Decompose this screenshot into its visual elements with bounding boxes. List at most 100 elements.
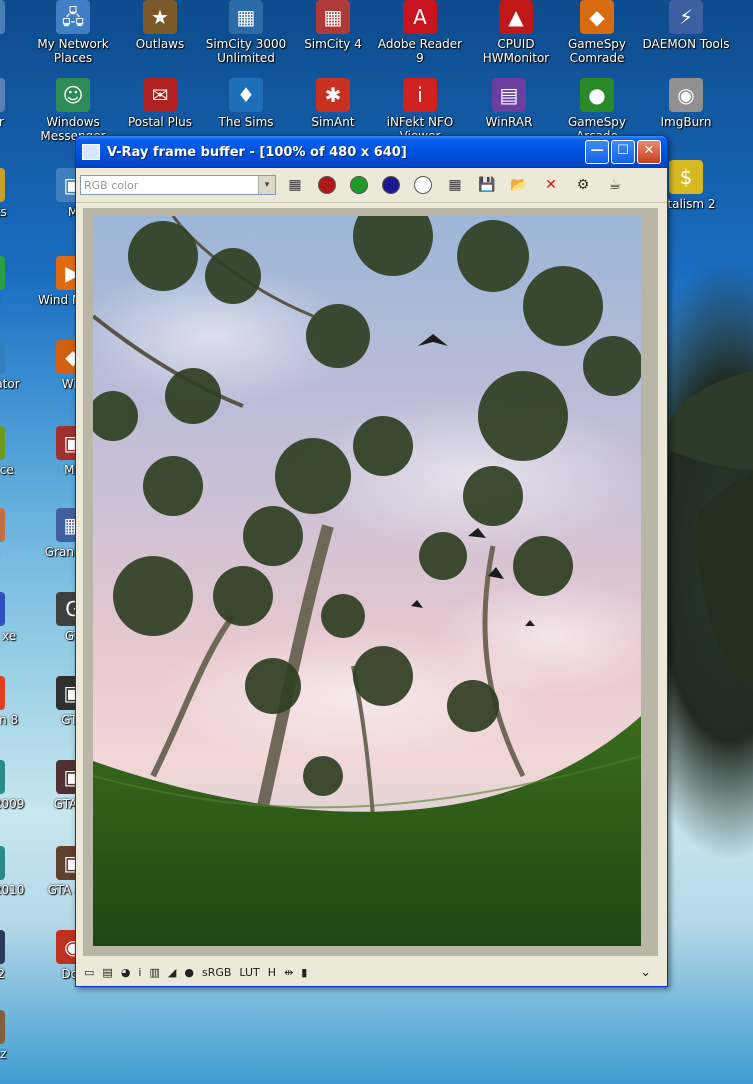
sims-icon: ♦ <box>229 78 263 112</box>
rgb-toggle-icon[interactable]: ▦ <box>282 172 308 198</box>
desktop-icon-label: ImgBurn <box>660 115 712 129</box>
desktop-icon-label: SimCity 3000 Unlimited <box>205 37 287 65</box>
gamespy2-icon: ● <box>580 78 614 112</box>
blue-channel-swatch <box>382 176 400 194</box>
cgi-icon: $ <box>669 160 703 194</box>
chevron-down-icon[interactable]: ▾ <box>258 176 275 194</box>
exposure-icon[interactable]: ● <box>184 966 194 979</box>
app-icon <box>82 144 100 160</box>
rendered-scene <box>93 216 641 946</box>
toolbar-icons: ▦ ▦ 💾 📂 ✕ ⚙ ☕ <box>276 172 628 198</box>
desktop-icon-outlaws[interactable]: ★ Outlaws <box>114 0 206 80</box>
desktop-icon-mynet[interactable]: 🖧 My Network Places <box>27 0 119 80</box>
coast-rocks <box>670 370 753 690</box>
close-button[interactable]: ✕ <box>637 140 661 164</box>
green-channel-swatch <box>350 176 368 194</box>
infekt-icon: i <box>403 78 437 112</box>
desktop-icon-label: Juarez <box>0 1047 7 1061</box>
max2009-icon: 3 <box>0 760 5 794</box>
minimize-button[interactable]: — <box>585 140 609 164</box>
computer-icon: ▭ <box>0 78 5 112</box>
winrar-icon: ▤ <box>492 78 526 112</box>
load-icon[interactable]: 📂 <box>506 172 532 198</box>
desktop-icon-sc3000[interactable]: ▦ SimCity 3000 Unlimited <box>200 0 292 80</box>
desktop: 🗑Bin🖧My Network Places★Outlaws▦SimCity 3… <box>0 0 753 1084</box>
statusbar-icons: ▭ ▤ ◕ i ▥ ◢ ● sRGB LUT H ⇹ ▮ <box>84 966 315 979</box>
lut-icon[interactable]: LUT <box>239 966 259 979</box>
desktop-icon-label: GameSpy Comrade <box>567 37 627 65</box>
curve-icon[interactable]: ◢ <box>168 966 176 979</box>
scape-icon: ◐ <box>0 340 5 374</box>
desktop-icon-adobe[interactable]: A Adobe Reader 9 <box>374 0 466 80</box>
pixel-aspect-icon[interactable]: ▮ <box>301 966 307 979</box>
desktop-icon-label: Postal Plus <box>127 115 193 129</box>
window-title: V-Ray frame buffer - [100% of 480 x 640] <box>107 144 407 160</box>
dah-icon: ● <box>0 508 5 542</box>
daemon-icon: ⚡ <box>669 0 703 34</box>
maximize-button[interactable]: ☐ <box>611 140 635 164</box>
status-bar: ▭ ▤ ◕ i ▥ ◢ ● sRGB LUT H ⇹ ▮ ⌄ <box>76 958 667 986</box>
juarez-icon: ✦ <box>0 1010 5 1044</box>
desktop-icon-label: SimAnt <box>311 115 355 129</box>
track-mouse-icon[interactable]: ⚙ <box>570 172 596 198</box>
channel-select[interactable]: RGB color ▾ <box>80 175 276 195</box>
save-icon[interactable]: 💾 <box>474 172 500 198</box>
docs-icon: 📁 <box>0 168 5 202</box>
force-icon: ▲ <box>0 426 5 460</box>
srgb-icon[interactable]: sRGB <box>202 966 231 979</box>
max2010-icon: 3 <box>0 846 5 880</box>
desktop-icon-juarez[interactable]: ✦ Juarez <box>0 1010 34 1084</box>
gen2-icon: ◣ <box>0 930 5 964</box>
channel-select-value: RGB color <box>84 179 139 192</box>
render-canvas <box>83 208 658 956</box>
desktop-icon-daemon[interactable]: ⚡ DAEMON Tools <box>640 0 732 80</box>
track-icon[interactable]: ▤ <box>102 966 112 979</box>
simant-icon: ✱ <box>316 78 350 112</box>
postal-icon: ✉ <box>143 78 177 112</box>
recycle-icon: 🗑 <box>0 0 5 34</box>
media-icon: ● <box>0 676 5 710</box>
desktop-icon-label: CPUID HWMonitor <box>482 37 550 65</box>
display-icon[interactable]: ▭ <box>84 966 94 979</box>
alpha-channel-swatch <box>414 176 432 194</box>
toolbar: RGB color ▾ ▦ ▦ 💾 📂 ✕ ⚙ ☕ <box>76 168 667 203</box>
mynet-icon: 🖧 <box>56 0 90 34</box>
red-channel-icon[interactable] <box>314 172 340 198</box>
desktop-icon-label: The Sims <box>218 115 274 129</box>
level-icon[interactable]: ▥ <box>149 966 159 979</box>
desktop-icon-label: WinRAR <box>485 115 533 129</box>
color-icon[interactable]: ◕ <box>121 966 131 979</box>
title-bar[interactable]: V-Ray frame buffer - [100% of 480 x 640]… <box>76 136 667 168</box>
mono-channel-icon[interactable]: ▦ <box>442 172 468 198</box>
desktop-icon-sc4[interactable]: ▦ SimCity 4 <box>287 0 379 80</box>
sc4-icon: ▦ <box>316 0 350 34</box>
vray-frame-buffer-window: V-Ray frame buffer - [100% of 480 x 640]… <box>75 135 668 987</box>
studio-icon: ◢ <box>0 592 5 626</box>
expand-icon[interactable]: ⌄ <box>640 965 651 980</box>
render-teapot-icon[interactable]: ☕ <box>602 172 628 198</box>
desktop-icon-label: Adobe Reader 9 <box>377 37 463 65</box>
blue-channel-icon[interactable] <box>378 172 404 198</box>
imgburn-icon: ◉ <box>669 78 703 112</box>
winmsg-icon: ☺ <box>56 78 90 112</box>
cpuid-icon: ▲ <box>499 0 533 34</box>
desktop-icon-label: Outlaws <box>135 37 185 51</box>
alpha-channel-icon[interactable] <box>410 172 436 198</box>
gamespy1-icon: ◆ <box>580 0 614 34</box>
histogram-icon[interactable]: H <box>268 966 276 979</box>
adobe-icon: A <box>403 0 437 34</box>
desktop-icon-label: SimCity 4 <box>304 37 362 51</box>
desktop-icon-cpuid[interactable]: ▲ CPUID HWMonitor <box>470 0 562 80</box>
compare-icon[interactable]: ⇹ <box>284 966 293 979</box>
ium-icon: ● <box>0 256 5 290</box>
sc3000-icon: ▦ <box>229 0 263 34</box>
desktop-icon-gamespy1[interactable]: ◆ GameSpy Comrade <box>551 0 643 80</box>
clear-icon[interactable]: ✕ <box>538 172 564 198</box>
rendered-image <box>93 216 641 946</box>
green-channel-icon[interactable] <box>346 172 372 198</box>
red-channel-swatch <box>318 176 336 194</box>
outlaws-icon: ★ <box>143 0 177 34</box>
desktop-icon-label: My Network Places <box>37 37 109 65</box>
desktop-icon-label: DAEMON Tools <box>642 37 730 51</box>
info-icon[interactable]: i <box>138 966 141 979</box>
